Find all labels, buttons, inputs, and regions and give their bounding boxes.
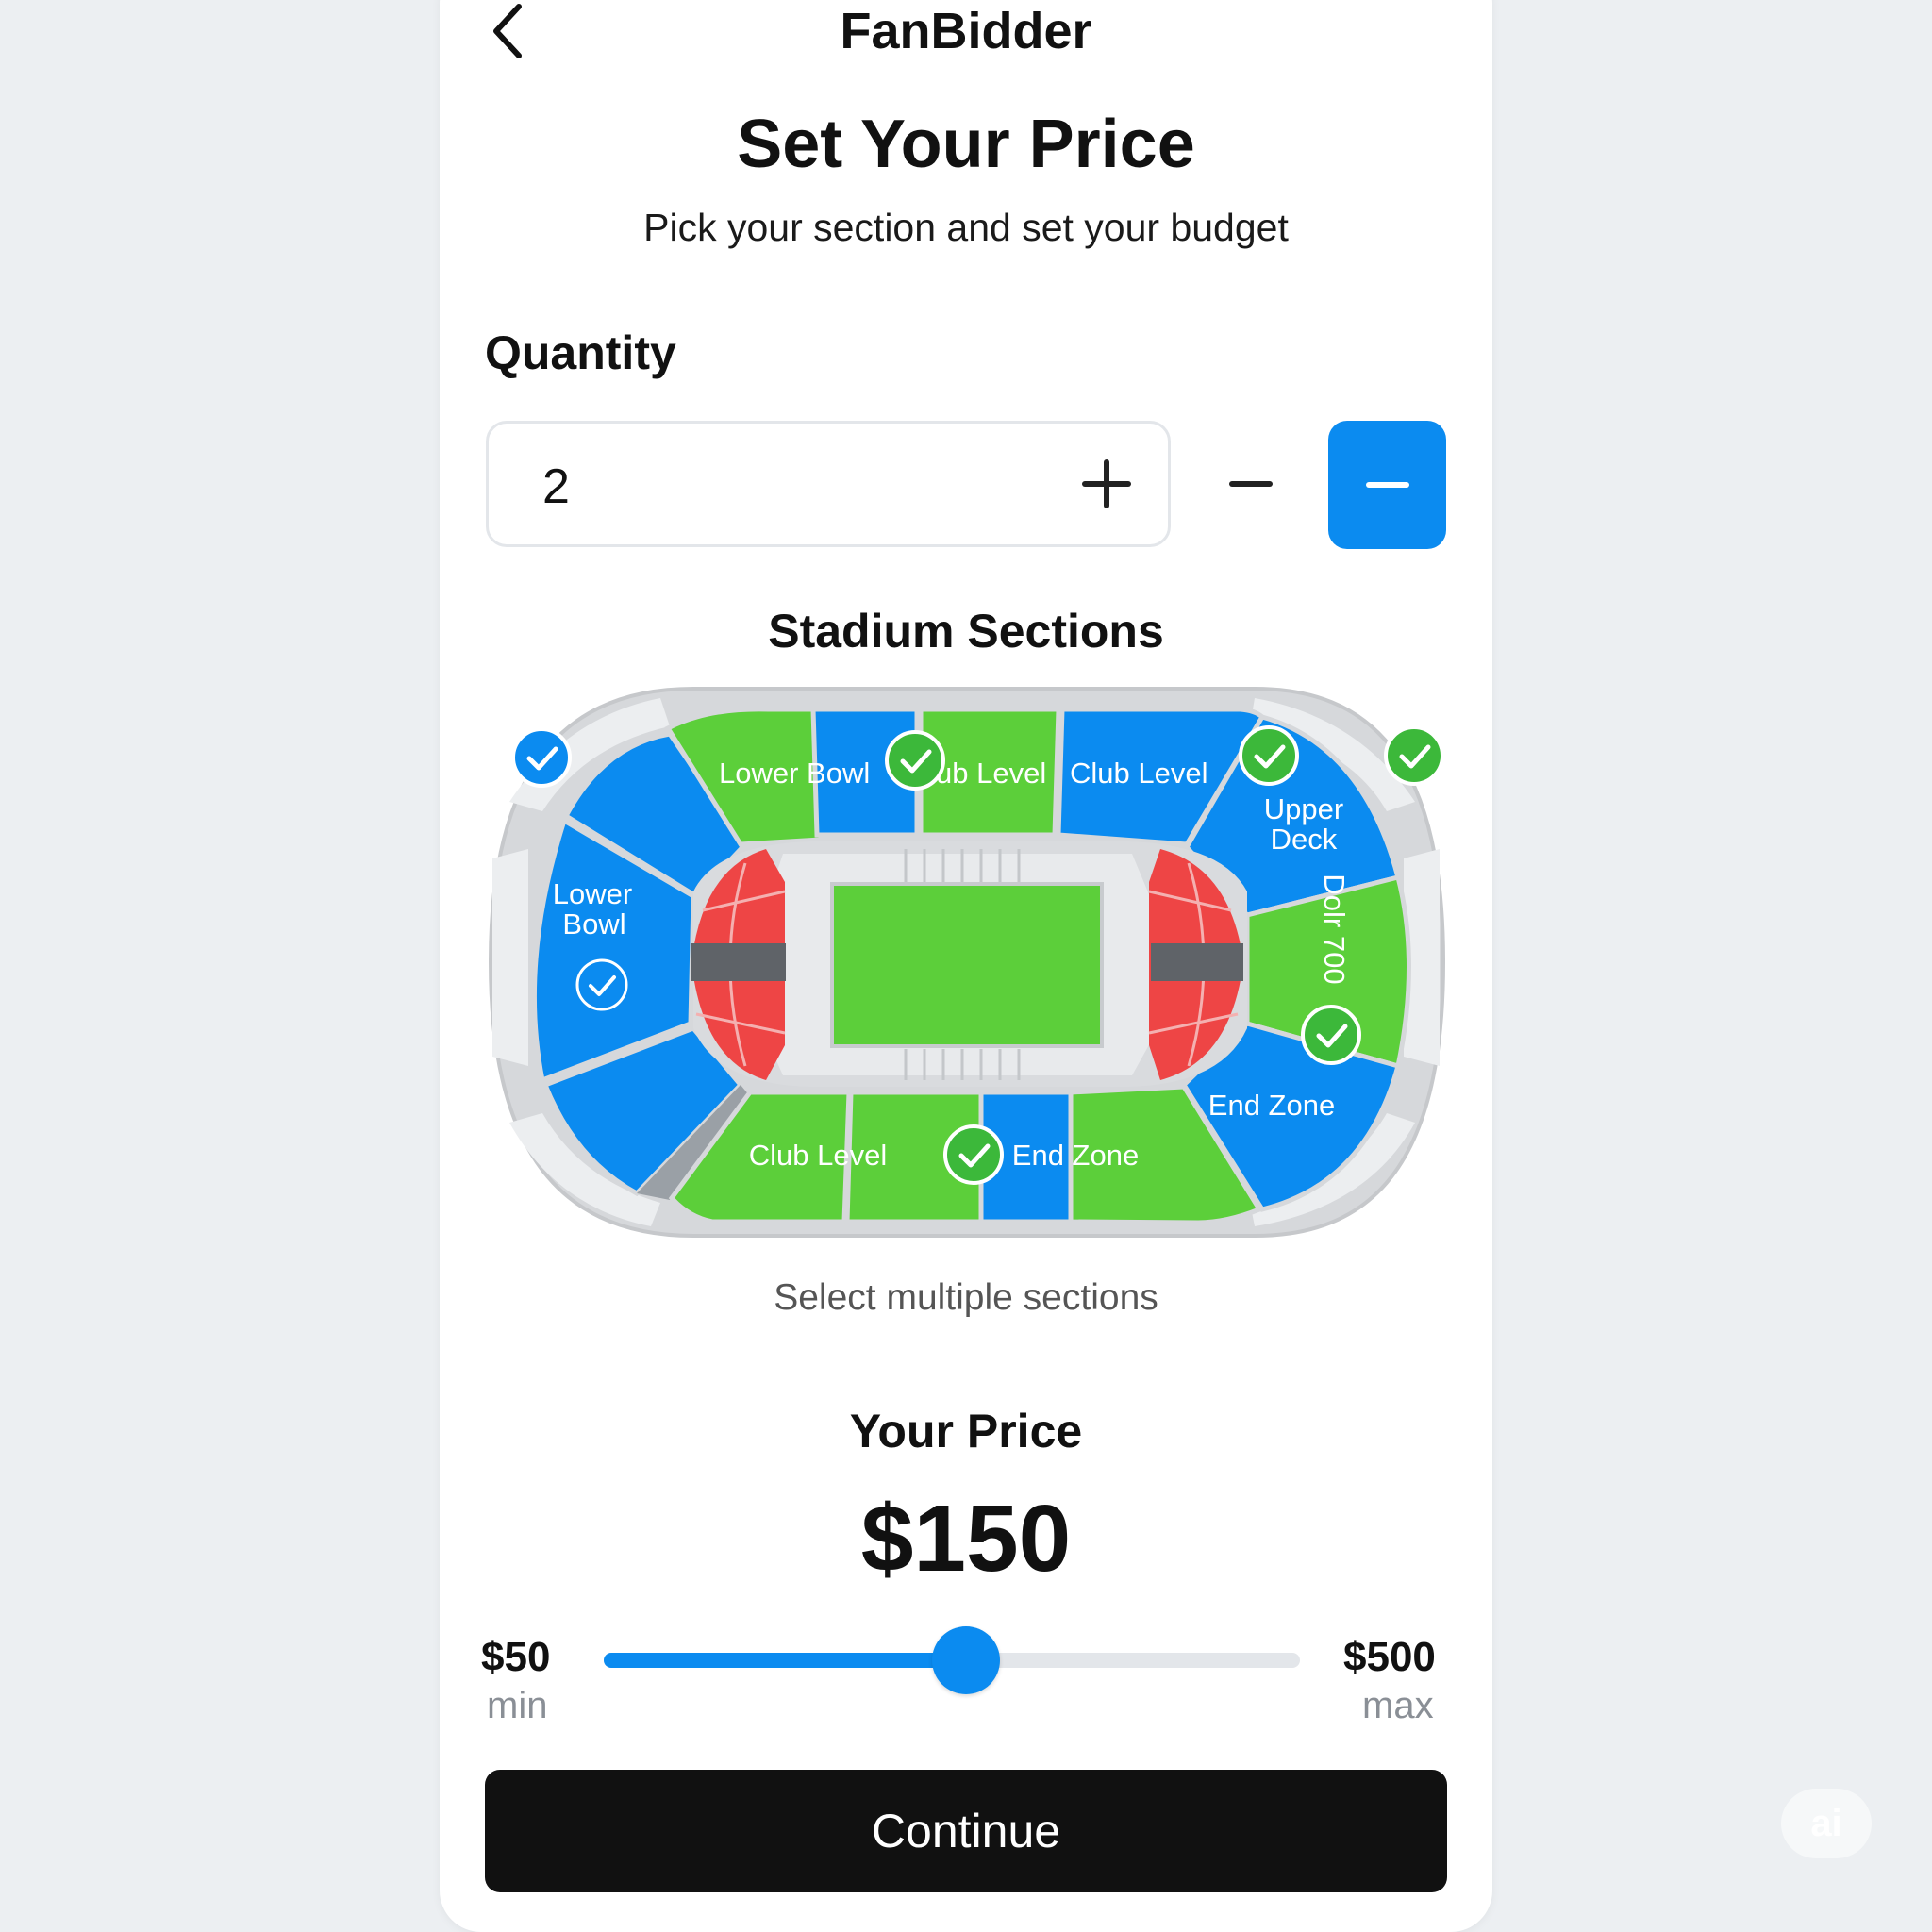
label-upper-deck-2: Deck <box>1271 823 1338 856</box>
minus-icon <box>1365 482 1409 488</box>
label-left-lower-bowl-2: Bowl <box>562 908 625 941</box>
price-slider-fill <box>604 1653 966 1668</box>
playing-field <box>830 882 1104 1048</box>
page-title: Set Your Price <box>737 107 1195 182</box>
check-badge-top-left[interactable] <box>511 727 572 788</box>
app-title: FanBidder <box>840 3 1092 59</box>
your-price-value: $150 <box>860 1486 1072 1591</box>
plus-icon <box>1082 459 1131 508</box>
label-right-end-zone: End Zone <box>1208 1089 1335 1122</box>
outer-shell-left <box>492 849 528 1066</box>
slider-max-caption: max <box>1362 1685 1434 1726</box>
stadium-hint: Select multiple sections <box>774 1277 1158 1318</box>
quantity-value[interactable]: 2 <box>542 458 570 515</box>
label-left-lower-bowl-1: Lower <box>553 877 632 910</box>
your-price-label: Your Price <box>849 1405 1083 1457</box>
slider-min-value: $50 <box>481 1634 551 1680</box>
label-top-club-partial: ub Level <box>936 757 1046 790</box>
minus-icon <box>1229 481 1273 487</box>
page-subtitle: Pick your section and set your budget <box>643 206 1289 249</box>
check-badge-top-right[interactable] <box>1384 725 1444 786</box>
quantity-decrement-button[interactable] <box>1223 453 1279 515</box>
quantity-decrement-primary-button[interactable] <box>1328 421 1446 549</box>
price-slider[interactable] <box>604 1626 1300 1694</box>
stadium-sections-title: Stadium Sections <box>768 605 1164 658</box>
price-slider-thumb[interactable] <box>931 1626 1000 1694</box>
check-badge-top-center[interactable] <box>885 730 945 791</box>
stadium-map[interactable]: Lower Bowl ub Level Club Level Upper Dec… <box>472 679 1462 1264</box>
quantity-field[interactable] <box>486 421 1171 547</box>
continue-button[interactable]: Continue <box>485 1770 1447 1892</box>
quantity-increment-button[interactable] <box>1075 453 1138 515</box>
label-top-lower-bowl: Lower Bowl <box>719 757 870 790</box>
slider-max-value: $500 <box>1343 1634 1436 1680</box>
label-bottom-end-zone: End Zone <box>1012 1139 1139 1172</box>
left-tunnel <box>691 943 786 981</box>
right-tunnel <box>1151 943 1243 981</box>
label-upper-deck-1: Upper <box>1264 792 1343 825</box>
label-bottom-club-level: Club Level <box>749 1139 887 1172</box>
slider-min-caption: min <box>487 1685 548 1726</box>
check-badge-upper-deck[interactable] <box>1239 725 1299 786</box>
label-right-vertical: Dolr 700 <box>1318 874 1351 984</box>
check-badge-right-vertical[interactable] <box>1301 1005 1361 1065</box>
quantity-label: Quantity <box>485 326 676 379</box>
watermark-badge: ai <box>1781 1789 1872 1858</box>
label-top-club-level: Club Level <box>1070 757 1208 790</box>
check-badge-bottom-center[interactable] <box>943 1124 1004 1185</box>
